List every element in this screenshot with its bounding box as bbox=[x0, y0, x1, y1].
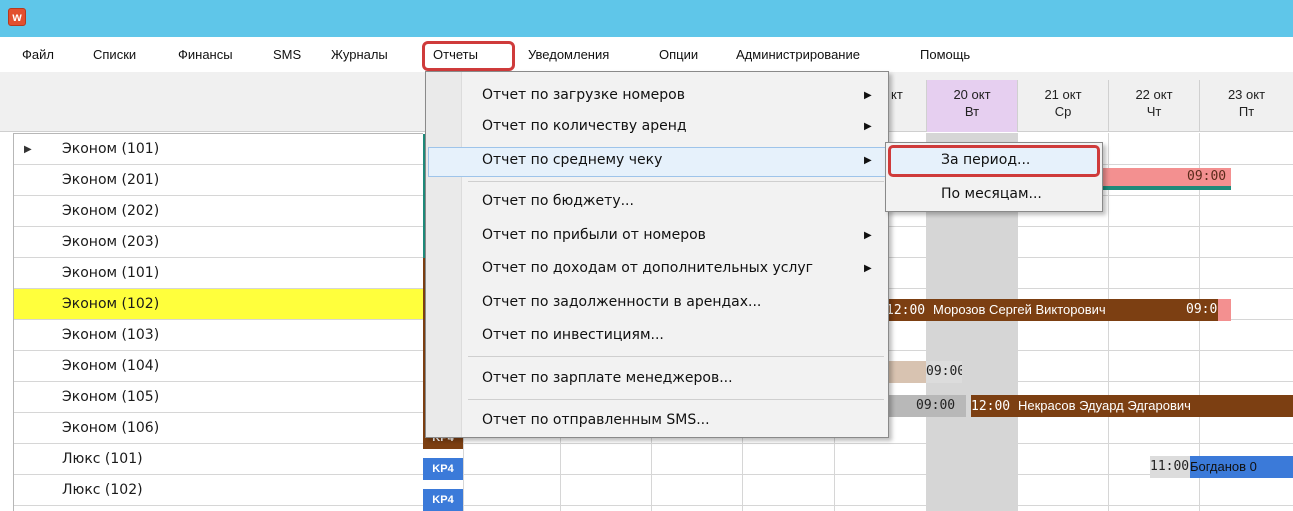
menu-item-rental-debt-report[interactable]: Отчет по задолженности в арендах... bbox=[482, 294, 761, 310]
menu-item-extra-services-income-report[interactable]: Отчет по доходам от дополнительных услуг bbox=[482, 260, 813, 276]
room-row[interactable]: Эконом (103) bbox=[14, 320, 424, 351]
day-header-today[interactable]: 20 окт Вт bbox=[926, 80, 1017, 132]
menu-file[interactable]: Файл bbox=[22, 47, 54, 62]
average-check-submenu: За период... По месяцам... bbox=[885, 142, 1103, 212]
menu-separator bbox=[468, 181, 884, 182]
booking-guest-name: Богданов 0 bbox=[1190, 459, 1257, 474]
booking-bar-tail bbox=[1218, 299, 1231, 321]
day-weekday: Пт bbox=[1238, 104, 1255, 119]
menu-help[interactable]: Помощь bbox=[920, 47, 970, 62]
menu-item-manager-salary-report[interactable]: Отчет по зарплате менеджеров... bbox=[482, 370, 733, 386]
room-name: Эконом (101) bbox=[62, 141, 160, 157]
room-row[interactable]: Эконом (106) bbox=[14, 413, 424, 444]
menu-icon-gutter bbox=[426, 72, 462, 437]
booking-start-time: 12:00 bbox=[971, 399, 1011, 414]
room-name: Люкс (101) bbox=[62, 451, 143, 467]
submenu-arrow-icon: ▶ bbox=[864, 90, 872, 101]
booking-bar-end[interactable]: 09:00 bbox=[1186, 299, 1218, 321]
day-header[interactable]: 21 окт Ср bbox=[1017, 80, 1108, 132]
day-header[interactable]: 22 окт Чт bbox=[1108, 80, 1199, 132]
submenu-item-by-months[interactable]: По месяцам... bbox=[941, 186, 1042, 202]
submenu-arrow-icon: ▶ bbox=[864, 155, 872, 166]
booking-guest-name: Некрасов Эдуард Эдгарович bbox=[1017, 398, 1191, 413]
menu-item-room-occupancy-report[interactable]: Отчет по загрузке номеров bbox=[482, 87, 685, 103]
room-row[interactable]: Люкс (101) bbox=[14, 444, 424, 475]
booking-end-time: 09:00 bbox=[1186, 302, 1218, 317]
grid-line bbox=[423, 443, 1293, 444]
room-row[interactable]: Эконом (104) bbox=[14, 351, 424, 382]
booking-bar[interactable]: 11:00 bbox=[1150, 456, 1190, 478]
day-date: 23 окт bbox=[1227, 87, 1266, 102]
menu-separator bbox=[468, 399, 884, 400]
room-name: Люкс (102) bbox=[62, 482, 143, 498]
menu-item-budget-report[interactable]: Отчет по бюджету... bbox=[482, 193, 634, 209]
submenu-item-for-period[interactable]: За период... bbox=[941, 152, 1030, 168]
row-pointer-icon: ▶ bbox=[24, 144, 32, 155]
room-list: ▶ Эконом (101) Эконом (201) Эконом (202)… bbox=[13, 133, 424, 511]
room-row[interactable]: Эконом (202) bbox=[14, 196, 424, 227]
booking-bar[interactable]: Богданов 0 bbox=[1190, 456, 1293, 478]
room-name: Эконом (202) bbox=[62, 203, 160, 219]
room-name: Эконом (104) bbox=[62, 358, 160, 374]
room-row-selected[interactable]: Эконом (102) bbox=[14, 289, 424, 320]
menu-item-investments-report[interactable]: Отчет по инвестициям... bbox=[482, 327, 664, 343]
booking-start-time: 12:00 bbox=[886, 303, 926, 318]
room-name: Эконом (101) bbox=[62, 265, 160, 281]
reports-dropdown-menu: Отчет по загрузке номеров ▶ Отчет по кол… bbox=[425, 71, 889, 438]
menu-options[interactable]: Опции bbox=[659, 47, 698, 62]
booking-bar[interactable]: 09:00 bbox=[926, 361, 962, 383]
day-weekday: Чт bbox=[1146, 104, 1162, 119]
menu-sms[interactable]: SMS bbox=[273, 47, 301, 62]
menu-administration[interactable]: Администрирование bbox=[736, 47, 860, 62]
room-name: Эконом (102) bbox=[62, 296, 160, 312]
submenu-arrow-icon: ▶ bbox=[864, 230, 872, 241]
booking-bar[interactable]: 12:00 Некрасов Эдуард Эдгарович bbox=[971, 395, 1293, 417]
room-row[interactable]: Люкс (102) bbox=[14, 475, 424, 506]
title-bar: w bbox=[0, 0, 1293, 37]
menu-item-rentals-count-report[interactable]: Отчет по количеству аренд bbox=[482, 118, 687, 134]
room-row[interactable]: Эконом (101) bbox=[14, 258, 424, 289]
booking-bar[interactable]: 09:00 bbox=[1103, 168, 1231, 186]
menu-finance[interactable]: Финансы bbox=[178, 47, 233, 62]
day-date: 22 окт bbox=[1135, 87, 1173, 102]
submenu-arrow-icon: ▶ bbox=[864, 263, 872, 274]
room-name: Эконом (106) bbox=[62, 420, 160, 436]
room-name: Эконом (105) bbox=[62, 389, 160, 405]
menu-item-room-profit-report[interactable]: Отчет по прибыли от номеров bbox=[482, 227, 706, 243]
booking-bar-underline bbox=[1103, 186, 1231, 190]
booking-bar[interactable] bbox=[886, 361, 926, 383]
submenu-arrow-icon: ▶ bbox=[864, 121, 872, 132]
menu-journals[interactable]: Журналы bbox=[331, 47, 388, 62]
booking-time: 11:00 bbox=[1150, 459, 1190, 474]
room-row[interactable]: ▶ Эконом (101) bbox=[14, 134, 424, 165]
menu-lists[interactable]: Списки bbox=[93, 47, 136, 62]
menu-item-sent-sms-report[interactable]: Отчет по отправленным SMS... bbox=[482, 412, 710, 428]
booking-bar[interactable]: 09:00 bbox=[886, 395, 966, 417]
room-row[interactable]: Эконом (203) bbox=[14, 227, 424, 258]
room-badge[interactable]: KP4 bbox=[423, 458, 463, 480]
room-name: Эконом (203) bbox=[62, 234, 160, 250]
booking-time: 09:00 bbox=[926, 364, 962, 379]
grid-line bbox=[423, 505, 1293, 506]
day-header[interactable]: 23 окт Пт bbox=[1199, 80, 1293, 132]
day-weekday: Вт bbox=[964, 104, 980, 119]
menu-reports[interactable]: Отчеты bbox=[433, 47, 478, 62]
room-row[interactable]: Эконом (201) bbox=[14, 165, 424, 196]
menu-separator bbox=[468, 356, 884, 357]
room-name: Эконом (103) bbox=[62, 327, 160, 343]
booking-bar[interactable]: 12:00 Морозов Сергей Викторович bbox=[886, 299, 1202, 321]
menu-item-average-check-report[interactable]: Отчет по среднему чеку bbox=[482, 152, 662, 168]
menu-notifications[interactable]: Уведомления bbox=[528, 47, 609, 62]
day-weekday: Ср bbox=[1054, 104, 1072, 119]
booking-time: 09:00 bbox=[916, 398, 956, 413]
booking-time: 09:00 bbox=[1187, 169, 1227, 184]
day-date: 21 окт bbox=[1044, 87, 1082, 102]
room-badge[interactable]: KP4 bbox=[423, 489, 463, 511]
day-date: 20 окт bbox=[953, 87, 991, 102]
app-logo-icon[interactable]: w bbox=[8, 8, 26, 26]
booking-guest-name: Морозов Сергей Викторович bbox=[932, 302, 1106, 317]
room-row[interactable]: Эконом (105) bbox=[14, 382, 424, 413]
room-name: Эконом (201) bbox=[62, 172, 160, 188]
